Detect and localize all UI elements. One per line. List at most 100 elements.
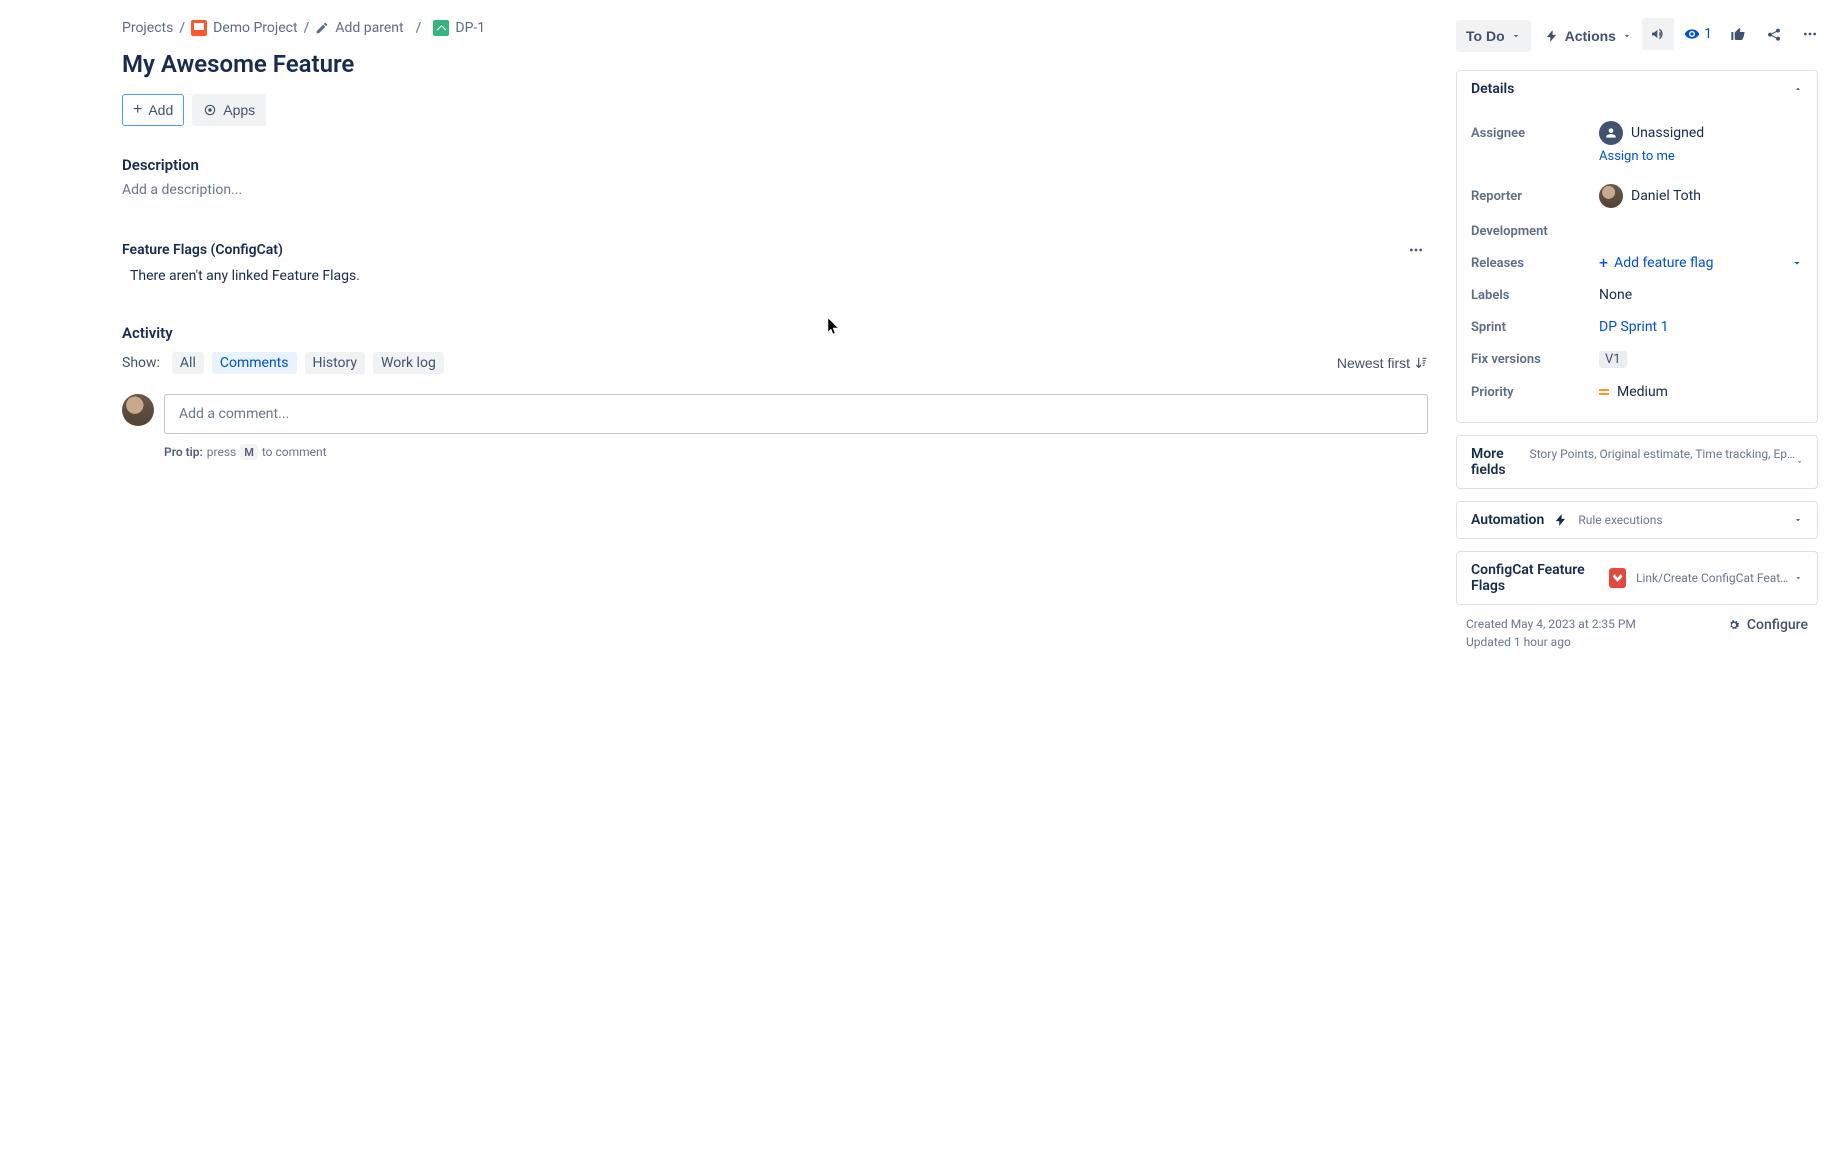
breadcrumb-projects[interactable]: Projects — [122, 20, 173, 36]
like-button[interactable] — [1722, 18, 1754, 50]
apps-button[interactable]: Apps — [192, 94, 266, 126]
releases-label: Releases — [1471, 256, 1599, 271]
configure-label: Configure — [1747, 617, 1808, 633]
configcat-panel-header[interactable]: ConfigCat Feature Flags Link/Create Conf… — [1457, 552, 1817, 604]
unassigned-avatar-icon — [1599, 121, 1623, 145]
add-button[interactable]: + Add — [122, 94, 184, 126]
plus-icon: + — [133, 102, 142, 118]
chevron-down-icon — [1622, 31, 1632, 41]
pencil-icon — [315, 21, 329, 35]
created-timestamp: Created May 4, 2023 at 2:35 PM — [1466, 617, 1636, 631]
more-horizontal-icon — [1408, 242, 1424, 258]
activity-show-label: Show: — [122, 355, 160, 371]
status-label: To Do — [1466, 28, 1505, 44]
reporter-avatar — [1599, 184, 1623, 208]
gear-icon — [1727, 618, 1741, 632]
breadcrumb: Projects / Demo Project / Add parent / D… — [122, 20, 485, 36]
automation-panel-header[interactable]: Automation Rule executions — [1457, 502, 1817, 538]
breadcrumb-sep: / — [179, 20, 185, 36]
current-user-avatar — [122, 394, 154, 426]
automation-sub: Rule executions — [1578, 513, 1662, 527]
actions-dropdown[interactable]: Actions — [1535, 20, 1642, 52]
releases-value[interactable]: + Add feature flag — [1599, 255, 1803, 271]
apps-icon — [203, 103, 217, 117]
breadcrumb-add-parent[interactable]: Add parent — [335, 20, 403, 36]
sprint-value[interactable]: DP Sprint 1 — [1599, 319, 1803, 335]
issue-type-icon — [433, 20, 449, 36]
configcat-title: ConfigCat Feature Flags — [1471, 562, 1599, 594]
issue-title[interactable]: My Awesome Feature — [122, 50, 1428, 78]
tab-comments[interactable]: Comments — [212, 352, 297, 374]
status-dropdown[interactable]: To Do — [1456, 20, 1531, 52]
chevron-down-icon — [1791, 257, 1803, 269]
labels-value[interactable]: None — [1599, 287, 1803, 303]
priority-text: Medium — [1617, 384, 1668, 400]
description-field[interactable]: Add a description... — [122, 182, 1428, 198]
add-feature-flag-link[interactable]: + Add feature flag — [1599, 255, 1713, 271]
chevron-down-icon — [1794, 573, 1803, 583]
megaphone-icon — [1650, 26, 1666, 42]
more-fields-panel-header[interactable]: More fields Story Points, Original estim… — [1457, 436, 1817, 488]
feedback-button[interactable] — [1642, 18, 1674, 50]
chevron-up-icon — [1793, 84, 1803, 94]
tab-worklog[interactable]: Work log — [373, 352, 444, 374]
configcat-sub: Link/Create ConfigCat Feature Flag — [1636, 571, 1794, 585]
project-icon — [191, 20, 207, 36]
bolt-icon — [1554, 513, 1568, 527]
feature-flags-heading: Feature Flags (ConfigCat) — [122, 242, 283, 258]
actions-label: Actions — [1565, 28, 1616, 44]
apps-button-label: Apps — [223, 102, 255, 118]
add-feature-flag-text: Add feature flag — [1614, 255, 1713, 271]
protip: Pro tip: press M to comment — [164, 444, 1428, 460]
feature-flags-empty: There aren't any linked Feature Flags. — [122, 268, 1428, 284]
chevron-down-icon — [1796, 457, 1803, 467]
comment-input[interactable]: Add a comment... — [164, 394, 1428, 434]
details-panel-header[interactable]: Details — [1457, 71, 1817, 107]
more-horizontal-icon — [1802, 26, 1818, 42]
feature-flags-more-button[interactable] — [1404, 238, 1428, 262]
development-label: Development — [1471, 224, 1599, 239]
protip-press: press — [207, 445, 236, 459]
labels-label: Labels — [1471, 288, 1599, 303]
priority-medium-icon — [1599, 389, 1609, 395]
watchers-button[interactable]: 1 — [1678, 18, 1718, 50]
reporter-value[interactable]: Daniel Toth — [1599, 184, 1803, 208]
protip-key: M — [240, 444, 258, 460]
tab-all[interactable]: All — [172, 352, 204, 374]
thumbs-up-icon — [1730, 26, 1746, 42]
sort-button[interactable]: Newest first — [1337, 355, 1428, 371]
fix-versions-value[interactable]: V1 — [1599, 351, 1803, 368]
assignee-label: Assignee — [1471, 126, 1599, 141]
configcat-icon — [1609, 568, 1626, 588]
breadcrumb-sep: / — [416, 20, 422, 36]
share-icon — [1766, 26, 1782, 42]
assignee-value[interactable]: Unassigned — [1599, 121, 1803, 145]
fix-version-chip[interactable]: V1 — [1599, 351, 1627, 368]
more-fields-title: More fields — [1471, 446, 1524, 478]
add-button-label: Add — [148, 102, 173, 118]
chevron-down-icon — [1511, 31, 1521, 41]
description-heading: Description — [122, 156, 1428, 174]
sort-icon — [1414, 356, 1428, 370]
configure-button[interactable]: Configure — [1727, 617, 1808, 633]
protip-label: Pro tip: — [164, 445, 203, 459]
breadcrumb-issue-key[interactable]: DP-1 — [455, 20, 485, 36]
share-button[interactable] — [1758, 18, 1790, 50]
assignee-text: Unassigned — [1631, 125, 1704, 141]
more-actions-button[interactable] — [1794, 18, 1826, 50]
assign-to-me-link[interactable]: Assign to me — [1599, 149, 1803, 164]
priority-value[interactable]: Medium — [1599, 384, 1803, 400]
sprint-label: Sprint — [1471, 320, 1599, 335]
automation-title: Automation — [1471, 512, 1544, 528]
watcher-count: 1 — [1704, 26, 1712, 42]
reporter-label: Reporter — [1471, 189, 1599, 204]
reporter-text: Daniel Toth — [1631, 188, 1701, 204]
protip-rest: to comment — [262, 445, 327, 459]
breadcrumb-project[interactable]: Demo Project — [213, 20, 297, 36]
activity-heading: Activity — [122, 324, 1428, 342]
fix-versions-label: Fix versions — [1471, 352, 1599, 367]
updated-timestamp: Updated 1 hour ago — [1466, 635, 1636, 649]
tab-history[interactable]: History — [305, 352, 366, 374]
more-fields-sub: Story Points, Original estimate, Time tr… — [1530, 447, 1796, 461]
sort-label: Newest first — [1337, 355, 1410, 371]
